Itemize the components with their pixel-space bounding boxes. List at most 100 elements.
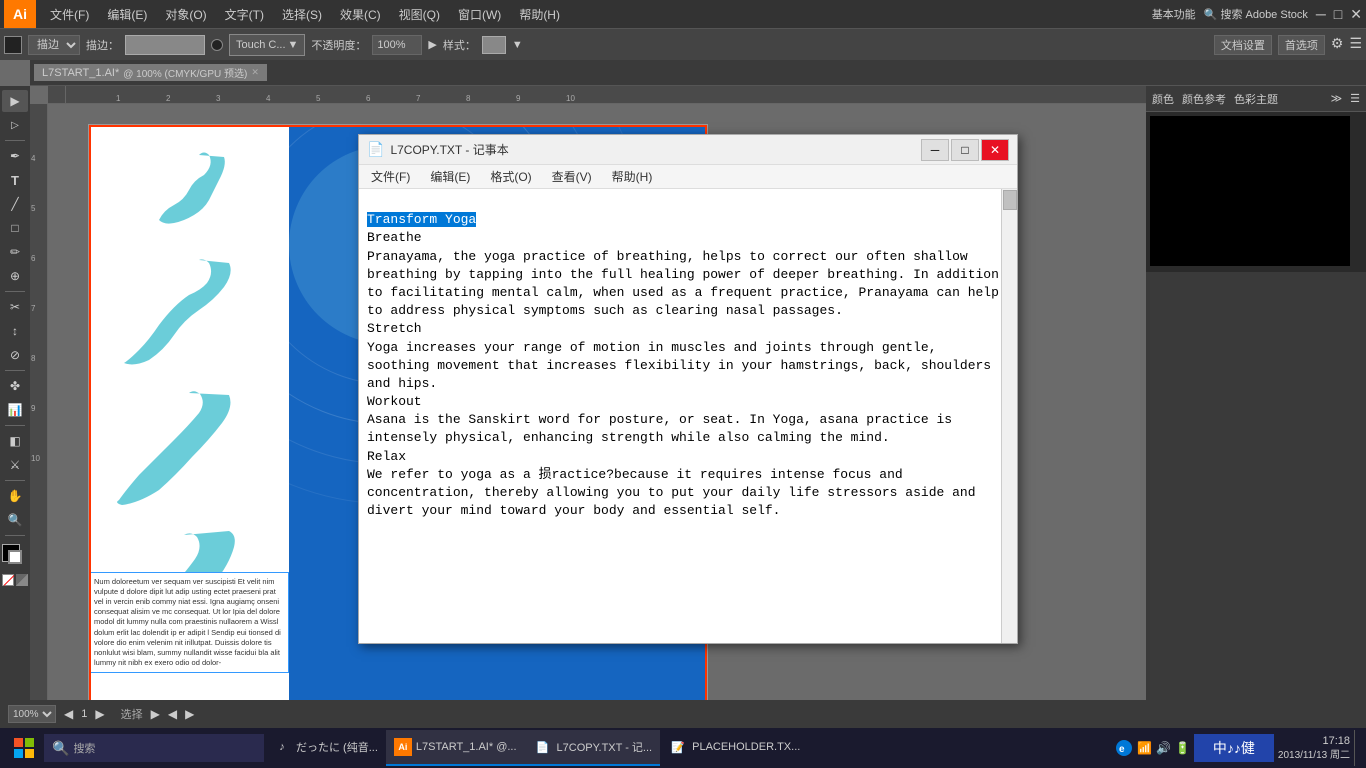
preferences-btn[interactable]: 首选项 xyxy=(1278,35,1325,55)
opacity-arrow[interactable]: ▶ xyxy=(428,38,436,51)
toolbar-icon-2[interactable]: ☰ xyxy=(1349,35,1362,55)
style-arrow[interactable]: ▼ xyxy=(512,39,523,51)
color-panel-label[interactable]: 颜色 xyxy=(1152,91,1174,107)
volume-icon[interactable]: 🔊 xyxy=(1156,741,1171,755)
windows-logo xyxy=(14,738,34,758)
toolbar-icon-1[interactable]: ⚙ xyxy=(1331,35,1344,55)
ime-indicator[interactable]: 中♪♪健 xyxy=(1194,734,1274,762)
notepad-titlebar: 📄 L7COPY.TXT - 记事本 ─ □ ✕ xyxy=(359,135,1017,165)
style-label: 样式： xyxy=(443,37,476,53)
show-desktop-btn[interactable] xyxy=(1354,730,1362,766)
yoga-silhouette-1 xyxy=(119,145,259,245)
clock[interactable]: 17:18 2013/11/13 周二 xyxy=(1278,734,1350,761)
wifi-icon[interactable]: 📶 xyxy=(1137,741,1152,755)
tool-zoom[interactable]: 🔍 xyxy=(2,509,28,531)
foreground-color[interactable] xyxy=(4,36,22,54)
menu-edit[interactable]: 编辑(E) xyxy=(99,4,155,25)
active-tab[interactable]: L7START_1.AI* @ 100% (CMYK/GPU 预选) ✕ xyxy=(34,64,267,81)
none-indicator[interactable] xyxy=(2,574,14,586)
menu-object[interactable]: 对象(O) xyxy=(157,4,214,25)
notepad-icon: 📄 xyxy=(367,141,384,158)
panel-menu[interactable]: ☰ xyxy=(1350,92,1360,105)
tool-divider-2 xyxy=(5,291,25,292)
tool-select[interactable]: ▶ xyxy=(2,90,28,112)
scrollbar-thumb[interactable] xyxy=(1003,190,1017,210)
color-spectrum xyxy=(1146,112,1366,272)
panel-expand[interactable]: ≫ xyxy=(1331,92,1343,105)
touch-brush-selector[interactable]: Touch C... ▼ xyxy=(229,34,305,56)
color-theme-label[interactable]: 色彩主题 xyxy=(1234,91,1278,107)
tool-symbol[interactable]: ✤ xyxy=(2,375,28,397)
ruler-marks-top: 1 2 3 4 5 6 7 8 9 10 xyxy=(66,86,1146,103)
tool-slice[interactable]: ⚔ xyxy=(2,454,28,476)
text-overlay-content: Num doloreetum ver sequam ver suscipisti… xyxy=(94,577,284,668)
swap-color[interactable] xyxy=(16,574,28,586)
notepad-maximize[interactable]: □ xyxy=(951,139,979,161)
menu-file[interactable]: 文件(F) xyxy=(42,4,97,25)
window-restore[interactable]: □ xyxy=(1334,6,1342,22)
menu-view[interactable]: 视图(Q) xyxy=(391,4,448,25)
nav-next2[interactable]: ▶ xyxy=(185,707,194,721)
np-menu-help[interactable]: 帮助(H) xyxy=(604,166,661,187)
battery-icon[interactable]: 🔋 xyxy=(1175,741,1190,755)
tab-close-btn[interactable]: ✕ xyxy=(251,67,259,78)
taskbar-item-ai[interactable]: Ai L7START_1.AI* @... xyxy=(386,730,525,766)
ruler-corner xyxy=(48,86,66,104)
tool-direct-select[interactable]: ▷ xyxy=(2,114,28,136)
taskbar-item-placeholder[interactable]: 📝 PLACEHOLDER.TX... xyxy=(660,730,808,766)
notepad-menubar: 文件(F) 编辑(E) 格式(O) 查看(V) 帮助(H) xyxy=(359,165,1017,189)
window-close[interactable]: ✕ xyxy=(1350,6,1362,23)
tab-bar: L7START_1.AI* @ 100% (CMYK/GPU 预选) ✕ xyxy=(30,60,1366,86)
tool-paintbrush[interactable]: ✏ xyxy=(2,241,28,263)
stroke-color[interactable] xyxy=(8,550,22,564)
opacity-input[interactable] xyxy=(372,35,422,55)
window-minimize[interactable]: ─ xyxy=(1316,6,1326,22)
np-menu-file[interactable]: 文件(F) xyxy=(363,166,418,187)
np-menu-edit[interactable]: 编辑(E) xyxy=(422,166,478,187)
nav-prev2[interactable]: ◀ xyxy=(168,707,177,721)
menu-effect[interactable]: 效果(C) xyxy=(332,4,389,25)
taskbar: 🔍 搜索 ♪ だったに (纯音... Ai L7START_1.AI* @...… xyxy=(0,728,1366,768)
play-btn[interactable]: ▶ xyxy=(151,707,160,721)
highlighted-text: Transform Yoga xyxy=(367,212,476,227)
artboard-nav-next[interactable]: ▶ xyxy=(95,707,104,721)
tool-type[interactable]: T xyxy=(2,169,28,191)
np-menu-format[interactable]: 格式(O) xyxy=(482,166,539,187)
search-icon: 🔍 xyxy=(52,740,69,757)
color-ref-label[interactable]: 颜色参考 xyxy=(1182,91,1226,107)
tool-hand[interactable]: ✋ xyxy=(2,485,28,507)
placeholder-taskbar-icon: 📝 xyxy=(668,737,688,757)
tool-blob[interactable]: ⊕ xyxy=(2,265,28,287)
artboard-nav-prev[interactable]: ◀ xyxy=(64,707,73,721)
tool-graph[interactable]: 📊 xyxy=(2,399,28,421)
edge-icon[interactable]: e xyxy=(1115,739,1133,757)
notepad-content-area[interactable]: Transform Yoga Breathe Pranayama, the yo… xyxy=(359,189,1017,543)
taskbar-item-music[interactable]: ♪ だったに (纯音... xyxy=(264,730,386,766)
menu-text[interactable]: 文字(T) xyxy=(217,4,272,25)
stroke-selector[interactable]: 描边 xyxy=(28,35,80,55)
notepad-title-text: L7COPY.TXT - 记事本 xyxy=(390,141,508,158)
menu-select[interactable]: 选择(S) xyxy=(274,4,330,25)
taskbar-search[interactable]: 🔍 搜索 xyxy=(44,734,264,762)
menu-help[interactable]: 帮助(H) xyxy=(511,4,568,25)
notepad-minimize[interactable]: ─ xyxy=(921,139,949,161)
tool-line[interactable]: ╱ xyxy=(2,193,28,215)
doc-settings-btn[interactable]: 文档设置 xyxy=(1214,35,1272,55)
menu-window[interactable]: 窗口(W) xyxy=(450,4,509,25)
notepad-scrollbar[interactable] xyxy=(1001,189,1017,643)
tool-artboard[interactable]: ◧ xyxy=(2,430,28,452)
tool-eraser[interactable]: ✂ xyxy=(2,296,28,318)
tool-warp[interactable]: ⊘ xyxy=(2,344,28,366)
zoom-select[interactable]: 100% xyxy=(8,705,56,723)
notepad-close[interactable]: ✕ xyxy=(981,139,1009,161)
tool-scale[interactable]: ↕ xyxy=(2,320,28,342)
start-button[interactable] xyxy=(4,730,44,766)
np-menu-view[interactable]: 查看(V) xyxy=(544,166,600,187)
tool-pen[interactable]: ✒ xyxy=(2,145,28,167)
adobe-stock-search[interactable]: 🔍 搜索 Adobe Stock xyxy=(1204,6,1308,22)
artboard-number: 1 xyxy=(81,708,87,720)
date-value: 2013/11/13 周二 xyxy=(1278,749,1350,762)
notepad-body-text: Breathe Pranayama, the yoga practice of … xyxy=(367,230,999,518)
taskbar-item-notepad[interactable]: 📄 L7COPY.TXT - 记... xyxy=(525,730,661,766)
tool-shape[interactable]: □ xyxy=(2,217,28,239)
